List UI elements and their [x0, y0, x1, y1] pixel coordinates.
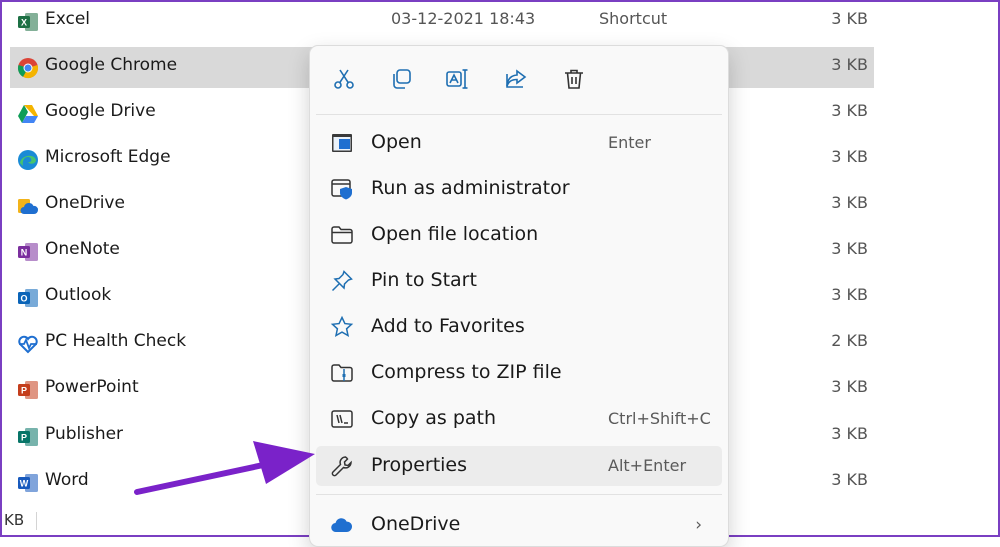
annotation-arrow [134, 441, 315, 495]
